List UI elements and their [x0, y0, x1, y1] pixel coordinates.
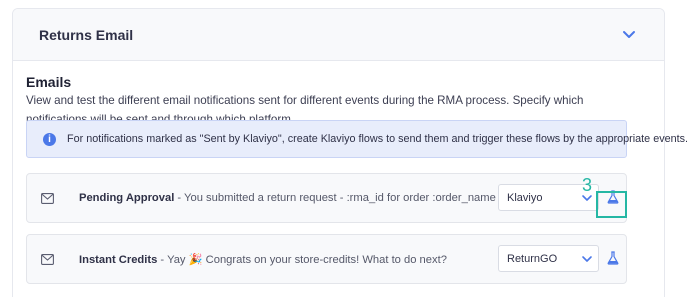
email-row-pending-approval: Pending Approval - You submitted a retur…	[26, 173, 627, 223]
email-row-label: Pending Approval - You submitted a retur…	[79, 192, 496, 204]
email-subject: - Yay 🎉 Congrats on your store-credits! …	[157, 254, 447, 266]
email-name: Instant Credits	[79, 254, 158, 266]
platform-select-value: ReturnGO	[507, 253, 558, 265]
info-text: For notifications marked as "Sent by Kla…	[67, 133, 688, 145]
step-number-annotation: 3	[582, 175, 593, 195]
info-banner: i For notifications marked as "Sent by K…	[26, 120, 688, 158]
flask-icon[interactable]	[607, 251, 619, 265]
mail-icon	[41, 254, 54, 265]
email-name: Pending Approval	[79, 192, 175, 204]
highlight-box	[596, 191, 627, 218]
email-subject: - You submitted a return request - :rma_…	[174, 192, 496, 204]
email-row-instant-credits: Instant Credits - Yay 🎉 Congrats on your…	[26, 234, 627, 284]
card-header[interactable]: Returns Email	[13, 9, 664, 61]
platform-select[interactable]: ReturnGO	[498, 245, 599, 272]
mail-icon	[41, 193, 54, 204]
chevron-down-icon[interactable]	[619, 25, 639, 45]
platform-select-value: Klaviyo	[507, 192, 543, 204]
email-row-label: Instant Credits - Yay 🎉 Congrats on your…	[79, 253, 447, 266]
emails-title: Emails	[26, 74, 72, 90]
chevron-down-icon	[582, 256, 592, 262]
card-title: Returns Email	[39, 27, 134, 43]
info-icon: i	[43, 133, 56, 146]
